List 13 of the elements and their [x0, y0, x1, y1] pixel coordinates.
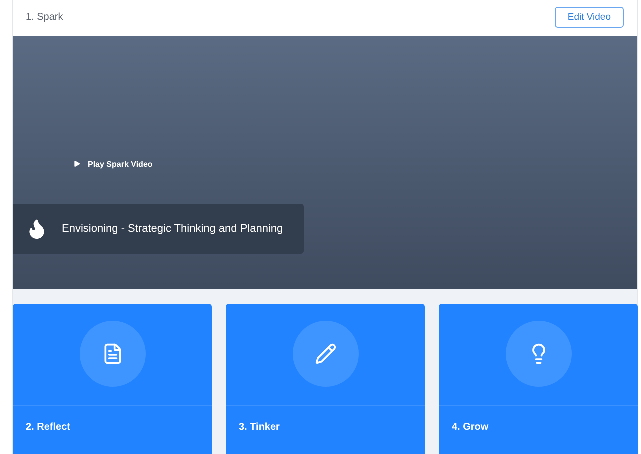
edit-video-button[interactable]: Edit Video [554, 7, 624, 28]
play-icon [73, 160, 81, 168]
card-label: 3. Tinker [239, 422, 280, 433]
play-video-button[interactable]: Play Spark Video [73, 160, 153, 169]
video-caption: Envisioning - Strategic Thinking and Planning [62, 222, 284, 235]
pencil-icon [314, 343, 336, 365]
card-label: 2. Reflect [26, 422, 70, 433]
step-card[interactable]: 2. Reflect [13, 304, 212, 454]
card-label: 4. Grow [452, 422, 489, 433]
video-player[interactable]: Play Spark Video Envisioning - Strategic Thinking and Planning [13, 36, 637, 289]
section-title: 1. Spark [26, 12, 64, 24]
step-card[interactable]: 3. Tinker [226, 304, 425, 454]
step-card[interactable]: 4. Grow [439, 304, 638, 454]
